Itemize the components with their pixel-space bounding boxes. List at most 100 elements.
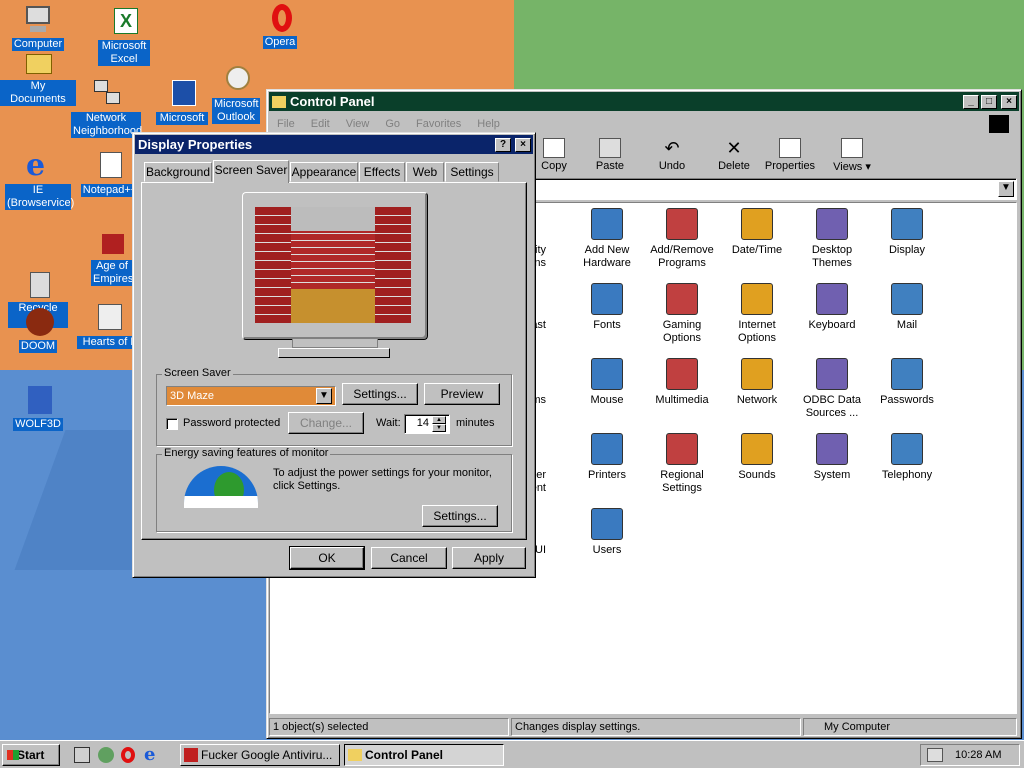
tab-settings[interactable]: Settings (445, 162, 499, 182)
cp-item-label: Internet (738, 319, 776, 331)
cp-item-label: Telephony (881, 469, 933, 481)
paste-icon (599, 138, 621, 158)
cp-item[interactable]: ODBC Data Sources ... (794, 358, 870, 420)
internet-explorer-icon[interactable]: e (144, 744, 155, 765)
preview-screen (255, 207, 411, 323)
desktop-icon-ie[interactable]: e IE (Browservice) (0, 150, 76, 210)
cancel-button[interactable]: Cancel (371, 547, 447, 569)
chevron-down-icon[interactable]: ▼ (998, 181, 1014, 197)
cp-item[interactable]: Regional Settings (644, 433, 720, 495)
desktop-icon-my-documents[interactable]: My Documents (0, 46, 76, 106)
menu-edit[interactable]: Edit (311, 118, 330, 130)
screen-saver-settings-button[interactable]: Settings... (342, 383, 418, 405)
menu-favorites[interactable]: Favorites (416, 118, 461, 130)
preview-button[interactable]: Preview (424, 383, 500, 405)
toolbar-undo[interactable]: ↶ Undo (644, 138, 700, 172)
tab-screen-saver[interactable]: Screen Saver (213, 160, 289, 183)
desktop-icon-outlook[interactable]: Microsoft Outlook (198, 64, 274, 124)
cp-item[interactable]: Internet Options (719, 283, 795, 345)
menu-file[interactable]: File (277, 118, 295, 130)
hearts-of-iron-icon (92, 302, 124, 334)
menu-go[interactable]: Go (385, 118, 400, 130)
menu-help[interactable]: Help (477, 118, 500, 130)
cp-item[interactable]: Display (869, 208, 945, 257)
cp-item[interactable]: Users (569, 508, 645, 557)
cp-item-label-line2: Settings (662, 482, 702, 494)
dialog-title: Display Properties (138, 137, 253, 152)
cp-item-icon (666, 283, 698, 315)
spin-down-icon[interactable]: ▼ (432, 424, 446, 432)
cp-item-icon (741, 208, 773, 240)
dialog-titlebar[interactable]: Display Properties ? × (135, 135, 533, 154)
excel-icon: X (108, 6, 140, 38)
cp-item[interactable]: Desktop Themes (794, 208, 870, 270)
cp-item[interactable]: Sounds (719, 433, 795, 482)
screen-saver-select[interactable]: 3D Maze ▼ (166, 386, 336, 406)
channels-icon[interactable] (98, 747, 114, 763)
cp-item[interactable]: System (794, 433, 870, 482)
copy-icon (543, 138, 565, 158)
cp-item[interactable]: Passwords (869, 358, 945, 407)
maximize-button[interactable]: □ (981, 94, 997, 109)
opera-icon[interactable] (121, 747, 135, 763)
tab-effects[interactable]: Effects (359, 162, 405, 182)
cp-item-icon (741, 358, 773, 390)
toolbar-delete[interactable]: ✕ Delete (706, 138, 762, 172)
folder-icon (272, 95, 286, 108)
cp-item[interactable]: Network (719, 358, 795, 407)
cp-item[interactable]: Keyboard (794, 283, 870, 332)
system-tray: 10:28 AM (920, 744, 1020, 766)
cp-item-label-line2: Options (663, 332, 701, 344)
cp-item[interactable]: Date/Time (719, 208, 795, 257)
cp-item[interactable]: Mail (869, 283, 945, 332)
toolbar-properties[interactable]: Properties (760, 138, 820, 172)
spin-up-icon[interactable]: ▲ (432, 416, 446, 424)
help-button[interactable]: ? (495, 137, 511, 152)
apply-button[interactable]: Apply (452, 547, 526, 569)
password-checkbox[interactable] (166, 418, 178, 430)
taskbar-item-control-panel[interactable]: Control Panel (344, 744, 504, 766)
energy-settings-button[interactable]: Settings... (422, 505, 498, 527)
toolbar-views[interactable]: Views ▾ (824, 138, 880, 173)
close-button[interactable]: × (515, 137, 531, 152)
toolbar-paste[interactable]: Paste (582, 138, 638, 172)
undo-icon: ↶ (664, 138, 680, 158)
cp-item[interactable]: Add/Remove Programs (644, 208, 720, 270)
notepad-icon (94, 150, 126, 182)
doom-icon (22, 306, 54, 338)
desktop-icon-network-neighborhood[interactable]: Network Neighborhood (68, 78, 144, 138)
close-button[interactable]: × (1001, 94, 1017, 109)
desktop-icon-wolf3d[interactable]: WOLF3D (0, 384, 76, 431)
display-settings-icon[interactable] (927, 748, 943, 762)
desktop-icon-opera[interactable]: Opera (242, 2, 318, 49)
monitor-preview (242, 192, 428, 340)
desktop-icon-doom[interactable]: DOOM (0, 306, 76, 353)
cp-item-label: Multimedia (655, 394, 709, 406)
tab-web[interactable]: Web (406, 162, 444, 182)
cp-item-icon (666, 433, 698, 465)
cp-item[interactable]: Multimedia (644, 358, 720, 407)
tab-appearance[interactable]: Appearance (290, 162, 358, 182)
cp-item[interactable]: Mouse (569, 358, 645, 407)
desktop-icon-excel[interactable]: X Microsoft Excel (86, 6, 162, 66)
control-panel-titlebar[interactable]: Control Panel _ □ × (269, 92, 1019, 111)
cp-item-label: Display (888, 244, 926, 256)
cp-item[interactable]: Gaming Options (644, 283, 720, 345)
desktop-icon-computer[interactable]: Computer (0, 4, 76, 51)
cp-item[interactable]: Add New Hardware (569, 208, 645, 270)
wait-minutes-input[interactable]: 14 ▲ ▼ (404, 414, 450, 434)
start-button[interactable]: Start (2, 744, 60, 766)
cp-item[interactable]: Telephony (869, 433, 945, 482)
tab-background[interactable]: Background (144, 162, 212, 182)
change-password-button[interactable]: Change... (288, 412, 364, 434)
clock[interactable]: 10:28 AM (955, 749, 1001, 761)
cp-item[interactable]: Printers (569, 433, 645, 482)
cp-item[interactable]: Fonts (569, 283, 645, 332)
windows-flag-icon (7, 750, 19, 760)
chevron-down-icon[interactable]: ▼ (316, 388, 332, 404)
taskbar-item-antivirus[interactable]: Fucker Google Antiviru... (180, 744, 340, 766)
show-desktop-icon[interactable] (74, 747, 90, 763)
minimize-button[interactable]: _ (963, 94, 979, 109)
ok-button[interactable]: OK (289, 546, 365, 570)
menu-view[interactable]: View (346, 118, 370, 130)
